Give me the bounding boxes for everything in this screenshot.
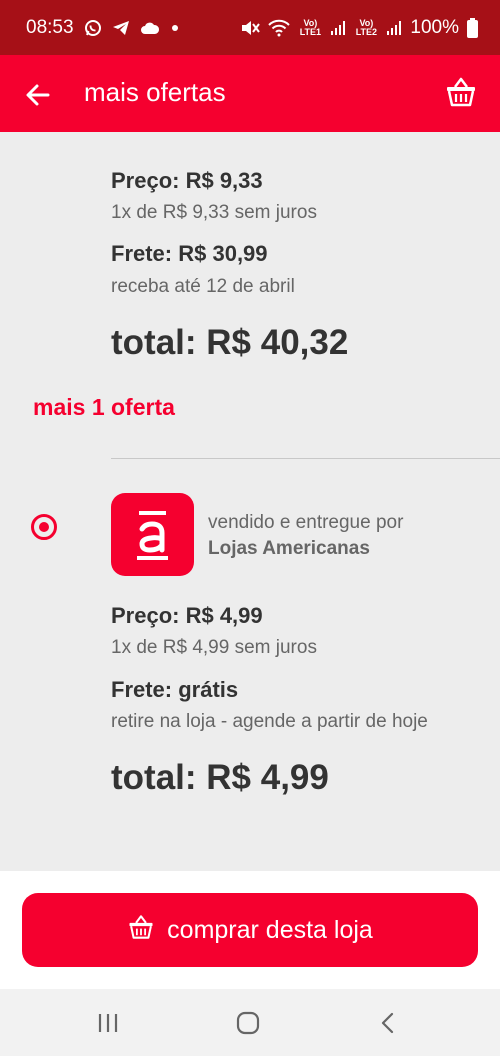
status-bar: 08:53 Vo) LTE1 Vo) LTE2 100% [0,0,500,55]
app-bar: mais ofertas [0,55,500,132]
sim2-label: Vo) LTE2 [355,17,378,37]
system-nav-bar [0,989,500,1056]
buy-button-label: comprar desta loja [167,915,373,944]
more-offers-heading: mais 1 oferta [33,394,175,420]
installments-text: 1x de R$ 4,99 sem juros [111,637,317,658]
telegram-icon [112,19,130,37]
price-label: Preço: R$ 4,99 [111,603,263,628]
delivery-text: retire na loja - agende a partir de hoje [111,711,428,732]
battery-icon [467,17,478,38]
shipping-label: Frete: R$ 30,99 [111,241,268,266]
cloud-icon [140,21,160,35]
store-name: Lojas Americanas [208,538,370,559]
divider [111,458,500,459]
sold-by-text: vendido e entregue por [208,512,404,533]
offers-list: Preço: R$ 9,33 1x de R$ 9,33 sem juros F… [0,132,500,871]
basket-icon[interactable] [444,75,478,109]
buy-from-store-button[interactable]: comprar desta loja [22,893,478,967]
home-icon[interactable] [236,1011,260,1035]
back-arrow-icon[interactable] [24,81,52,109]
total-price: total: R$ 4,99 [111,758,329,797]
total-price: total: R$ 40,32 [111,323,349,362]
page-title: mais ofertas [84,77,226,107]
wifi-icon [268,19,291,37]
recent-apps-icon[interactable] [96,1011,120,1035]
basket-icon [127,913,155,948]
store-logo [111,493,194,576]
delivery-text: receba até 12 de abril [111,276,295,297]
whatsapp-icon [84,19,102,37]
clock: 08:53 [26,16,74,38]
battery-percent: 100% [410,16,459,38]
price-label: Preço: R$ 9,33 [111,168,263,193]
mute-icon [240,19,261,37]
sim1-label: Vo) LTE1 [299,17,322,37]
dot-icon [170,23,180,33]
shipping-label: Frete: grátis [111,677,239,702]
footer: comprar desta loja [0,871,500,989]
offer-radio[interactable] [31,514,57,540]
signal-icon [330,20,346,36]
installments-text: 1x de R$ 9,33 sem juros [111,202,317,223]
signal-icon [386,20,402,36]
back-nav-icon[interactable] [376,1011,400,1035]
